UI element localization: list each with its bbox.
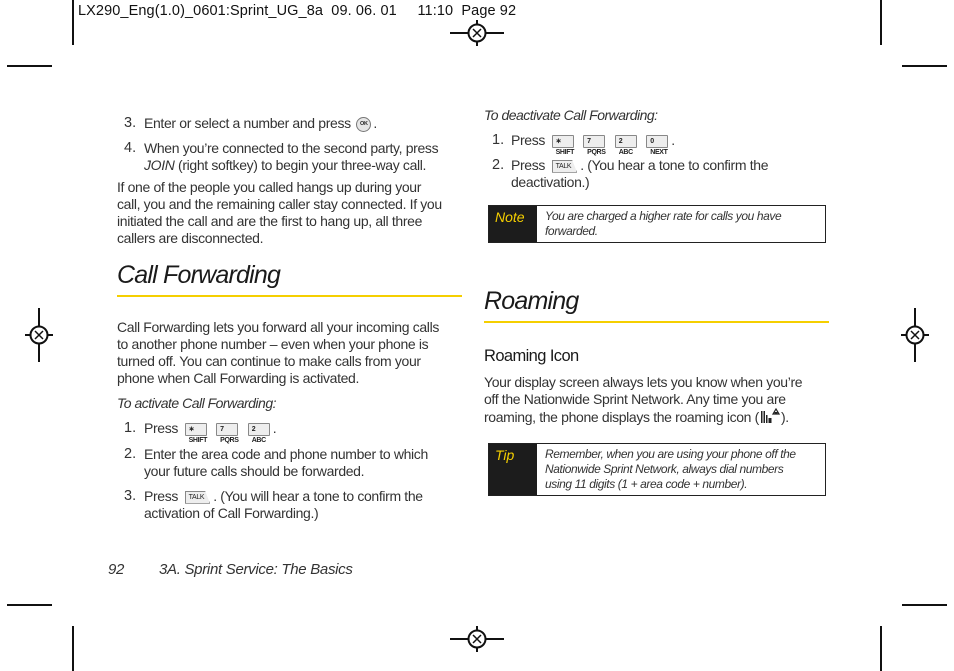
step-text: Enter the area code and phone number to … <box>144 446 464 480</box>
tip-text: Remember, when you are using your phone … <box>537 444 804 495</box>
menu-ok-key-icon: OK <box>356 116 372 132</box>
talk-key-icon: TALK <box>551 159 578 173</box>
star-shift-key-icon: ∗ SHIFT <box>184 422 207 444</box>
paragraph-line: call, you and the remaining caller stay … <box>117 196 442 212</box>
crop-mark <box>902 604 947 606</box>
registration-mark-icon <box>450 626 504 652</box>
crop-mark <box>880 626 882 671</box>
paragraph-line: If one of the people you called hangs up… <box>117 179 422 195</box>
tip-line: using 11 digits (1 + area code + number)… <box>545 477 748 491</box>
crop-mark <box>72 0 74 45</box>
roaming-icon <box>760 407 781 423</box>
registration-mark-icon <box>901 308 929 362</box>
step-text-before: Press <box>511 132 546 148</box>
tip-box: Tip Remember, when you are using your ph… <box>488 443 826 496</box>
note-box: Note You are charged a higher rate for c… <box>488 205 826 243</box>
step-line: Enter the area code and phone number to … <box>144 446 428 462</box>
activate-heading: To activate Call Forwarding: <box>117 395 277 411</box>
step-line: When you’re connected to the second part… <box>144 140 439 156</box>
paragraph-line: initiated the call and are the first to … <box>117 213 423 229</box>
step-line: Press TALK. (You will hear a tone to con… <box>144 488 464 505</box>
crop-mark <box>880 0 882 45</box>
subheading-roaming-icon: Roaming Icon <box>484 347 579 365</box>
registration-mark-icon <box>25 308 53 362</box>
step-text-after: . <box>272 420 277 436</box>
key-2-icon: 2 ABC <box>614 134 637 156</box>
section-title-call-forwarding: Call Forwarding <box>117 261 281 289</box>
step-line: JOIN (right softkey) to begin your three… <box>144 157 464 174</box>
roaming-body: Your display screen always lets you know… <box>484 374 829 426</box>
paragraph-text: ). <box>780 409 789 425</box>
paragraph-line: off the Nationwide Sprint Network. Any t… <box>484 391 786 407</box>
tip-line: Remember, when you are using your phone … <box>545 447 796 461</box>
star-shift-key-icon: ∗ SHIFT <box>551 134 574 156</box>
paragraph-line: turned off. You can continue to make cal… <box>117 353 421 369</box>
paragraph-line: to another phone number – even when your… <box>117 336 429 352</box>
step-line-rest: . (You will hear a tone to confirm the <box>213 488 423 504</box>
note-text: You are charged a higher rate for calls … <box>537 206 789 242</box>
crop-mark <box>902 65 947 67</box>
paragraph-line: Call Forwarding lets you forward all you… <box>117 319 439 335</box>
paragraph: If one of the people you called hangs up… <box>117 179 462 247</box>
step-line: your future calls should be forwarded. <box>144 463 365 479</box>
step-line: activation of Call Forwarding.) <box>144 505 319 521</box>
step-line-rest: (right softkey) to begin your three-way … <box>174 157 427 173</box>
key-7-icon: 7 PQRS <box>583 134 606 156</box>
note-label: Note <box>489 206 537 242</box>
step-line-rest: . (You hear a tone to confirm the <box>580 157 769 173</box>
step-number: 1. <box>492 132 505 148</box>
page-number: 92 <box>108 561 125 578</box>
step-line: Press TALK. (You hear a tone to confirm … <box>511 157 831 174</box>
step-text-before: Press <box>511 157 546 173</box>
tip-line: Nationwide Sprint Network, always dial n… <box>545 462 784 476</box>
tip-label: Tip <box>489 444 537 495</box>
section-title-roaming: Roaming <box>484 287 579 315</box>
step-text-after: . <box>671 132 675 148</box>
paragraph-line: Your display screen always lets you know… <box>484 374 803 390</box>
step-number: 3. <box>124 488 137 504</box>
section-rule <box>117 295 462 297</box>
deactivate-heading: To deactivate Call Forwarding: <box>484 107 658 123</box>
step-text-after: . <box>373 115 377 131</box>
step-text-before: Press <box>144 488 179 504</box>
step-text: Enter or select a number and press OK. <box>144 115 377 132</box>
step-number: 2. <box>492 157 505 173</box>
key-2-icon: 2 ABC <box>247 422 270 444</box>
step-text: Press ∗ SHIFT 7 PQRS 2 ABC 0 NEXT. <box>511 132 675 156</box>
step-text-before: Enter or select a number and press <box>144 115 351 131</box>
step-number: 1. <box>124 420 137 436</box>
crop-mark <box>7 65 52 67</box>
paragraph-line: callers are disconnected. <box>117 230 264 246</box>
footer-section-title: 3A. Sprint Service: The Basics <box>159 561 353 578</box>
step-number: 4. <box>124 140 137 156</box>
step-number: 2. <box>124 446 137 462</box>
step-text: Press ∗ SHIFT 7 PQRS 2 ABC. <box>144 420 277 444</box>
section-rule <box>484 321 829 323</box>
step-line: deactivation.) <box>511 174 590 190</box>
step-text: When you’re connected to the second part… <box>144 140 464 174</box>
key-7-icon: 7 PQRS <box>216 422 239 444</box>
paragraph-text: roaming, the phone displays the roaming … <box>484 409 759 425</box>
step-text-before: Press <box>144 420 179 436</box>
step-text: Press TALK. (You will hear a tone to con… <box>144 488 464 522</box>
crop-mark <box>7 604 52 606</box>
note-line: You are charged a higher rate for calls … <box>545 209 782 223</box>
crop-mark <box>72 626 74 671</box>
paragraph-line: roaming, the phone displays the roaming … <box>484 407 829 426</box>
note-line: forwarded. <box>545 224 598 238</box>
softkey-label: JOIN <box>144 157 175 173</box>
paragraph-line: phone when Call Forwarding is activated. <box>117 370 360 386</box>
registration-mark-icon <box>450 20 504 46</box>
call-forwarding-intro: Call Forwarding lets you forward all you… <box>117 319 462 387</box>
key-0-icon: 0 NEXT <box>646 134 669 156</box>
talk-key-icon: TALK <box>184 490 211 504</box>
step-number: 3. <box>124 115 137 131</box>
step-text: Press TALK. (You hear a tone to confirm … <box>511 157 831 191</box>
